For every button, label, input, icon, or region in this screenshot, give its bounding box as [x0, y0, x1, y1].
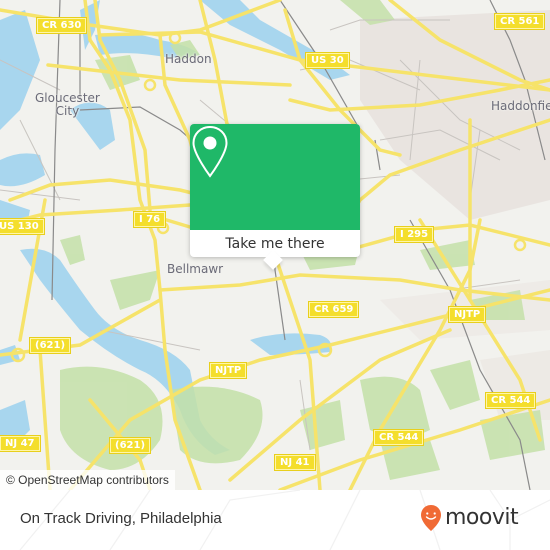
road-label-cr-659: CR 659 [309, 302, 359, 317]
map-attribution[interactable]: © OpenStreetMap contributors [0, 470, 175, 490]
road-label-us-130: US 130 [0, 219, 44, 234]
road-label-nj-47: NJ 47 [0, 436, 40, 451]
place-label-gloucester-city: Gloucester City [35, 91, 100, 118]
road-label-njtp-west: NJTP [210, 363, 247, 378]
road-label-us-30: US 30 [306, 53, 349, 68]
road-label-i-295: I 295 [395, 227, 434, 242]
road-label-cr-630: CR 630 [37, 18, 87, 33]
map-view[interactable]: CR 630 US 30 CR 561 I 76 US 130 I 295 CR… [0, 0, 550, 490]
location-popup: Take me there [190, 124, 360, 270]
road-label-cr-561: CR 561 [495, 14, 545, 29]
place-title: On Track Driving, Philadelphia [20, 510, 222, 527]
moovit-logo[interactable]: moovit [420, 504, 519, 532]
road-label-nj-41: NJ 41 [275, 455, 315, 470]
road-label-cr-544-east: CR 544 [486, 393, 536, 408]
place-label-haddon: Haddon [165, 52, 212, 66]
road-label-cr-544-west: CR 544 [374, 430, 424, 445]
brand-name: moovit [445, 505, 519, 530]
road-label-621-north: (621) [30, 338, 71, 353]
place-label-haddonfield: Haddonfie [491, 99, 550, 113]
place-label-bellmawr: Bellmawr [167, 262, 224, 276]
map-pin-icon [192, 125, 228, 178]
moovit-smile-pin-icon [421, 505, 441, 531]
road-label-i-76: I 76 [134, 212, 166, 227]
take-me-there-button[interactable]: Take me there [190, 230, 360, 257]
road-label-621-south: (621) [110, 438, 151, 453]
map-card: CR 630 US 30 CR 561 I 76 US 130 I 295 CR… [0, 0, 550, 550]
popup-header[interactable] [190, 124, 360, 230]
footer-bar: On Track Driving, Philadelphia moovit [0, 490, 550, 550]
road-label-njtp-east: NJTP [449, 307, 486, 322]
